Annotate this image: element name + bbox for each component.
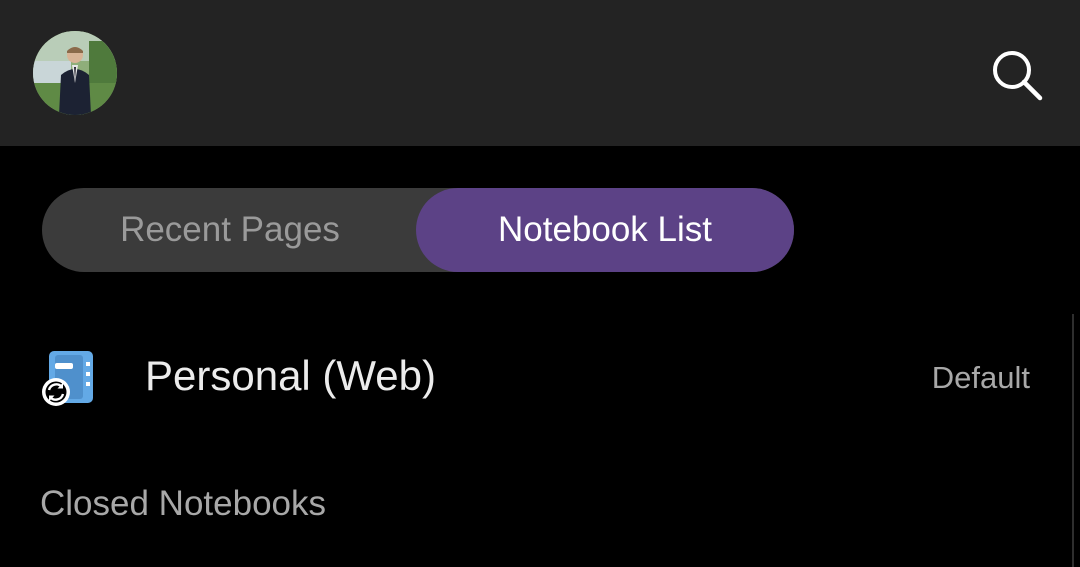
avatar[interactable]	[33, 31, 117, 115]
notebook-name: Personal (Web)	[145, 352, 437, 399]
tab-notebook-list[interactable]: Notebook List	[416, 188, 794, 272]
sync-notebook-icon	[40, 348, 100, 412]
app-bar	[0, 0, 1080, 146]
search-icon	[993, 51, 1043, 101]
notebook-list-item[interactable]: Personal (Web) Default	[0, 322, 1070, 434]
default-badge: Default	[931, 360, 1030, 395]
tab-recent-pages[interactable]: Recent Pages	[42, 188, 418, 272]
profile-photo-icon	[33, 31, 117, 115]
search-button[interactable]	[986, 44, 1046, 104]
view-switcher: Recent Pages Notebook List	[42, 188, 794, 272]
closed-notebooks-header: Closed Notebooks	[40, 484, 326, 523]
scrollbar[interactable]	[1072, 314, 1074, 567]
